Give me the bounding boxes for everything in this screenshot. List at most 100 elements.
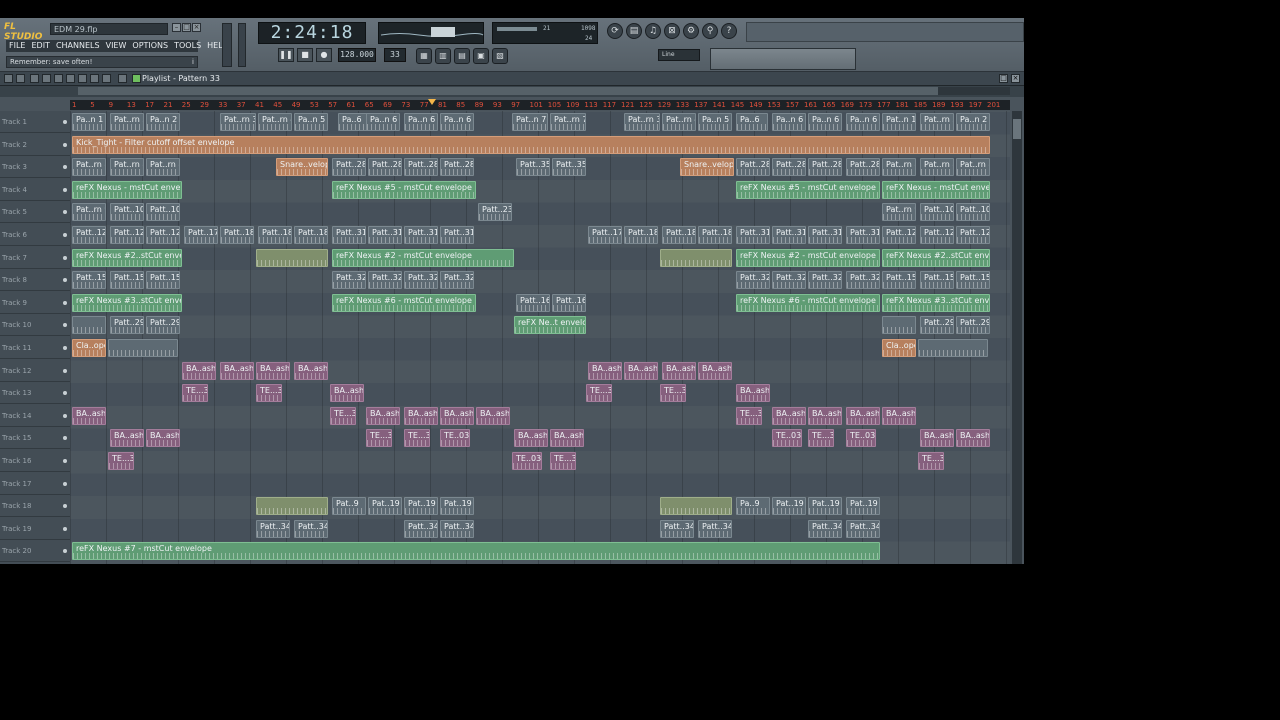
track-header[interactable]: Track 4: [0, 179, 70, 201]
pattern-clip[interactable]: Pat..rn 9: [882, 203, 916, 222]
track-mute-led-icon[interactable]: [63, 210, 67, 215]
pattern-clip[interactable]: TE...3: [108, 452, 134, 470]
pattern-clip[interactable]: Patt..29: [920, 316, 954, 335]
pattern-clip[interactable]: Patt..12: [920, 226, 954, 244]
pattern-clip[interactable]: BA..ash: [808, 406, 842, 425]
track-mute-led-icon[interactable]: [63, 323, 67, 328]
pattern-clip[interactable]: [256, 248, 328, 267]
pattern-clip[interactable]: Patt..29: [110, 316, 144, 335]
track-mute-led-icon[interactable]: [63, 120, 67, 124]
piano-roll-icon[interactable]: ▤: [454, 48, 470, 64]
close-icon[interactable]: ×: [192, 23, 201, 32]
pause-button[interactable]: ❚❚: [278, 48, 294, 62]
track-mute-led-icon[interactable]: [63, 526, 67, 531]
pattern-clip[interactable]: TE...3: [586, 384, 612, 403]
pattern-clip[interactable]: reFX Nexus #7 - mstCut envelope: [72, 542, 880, 561]
pattern-clip[interactable]: Pat..rn 4: [662, 113, 696, 131]
pattern-clip[interactable]: BA..ash: [330, 384, 364, 403]
track-header[interactable]: Track 17: [0, 473, 70, 495]
zoom-tool-icon[interactable]: [102, 74, 111, 83]
pattern-clip[interactable]: Patt..35: [552, 158, 586, 177]
track-header[interactable]: Track 18: [0, 495, 70, 518]
track-mute-led-icon[interactable]: [63, 549, 67, 554]
pattern-clip[interactable]: Patt..15: [882, 271, 916, 290]
playlist-icon[interactable]: ▤: [626, 23, 642, 39]
pattern-clip[interactable]: Pat..n 1: [882, 113, 916, 131]
pattern-clip[interactable]: Patt..32: [736, 271, 770, 290]
track-header[interactable]: Track 20: [0, 540, 70, 563]
vertical-scrollbar[interactable]: [1012, 111, 1022, 564]
pattern-clip[interactable]: Patt..35: [516, 158, 550, 177]
browser-panel[interactable]: [710, 48, 856, 70]
pattern-clip[interactable]: BA..ash: [110, 429, 144, 448]
pattern-clip[interactable]: BA..ash: [698, 361, 732, 380]
minimize-icon[interactable]: –: [172, 23, 181, 32]
pattern-clip[interactable]: Patt..12: [956, 226, 990, 244]
pattern-clip[interactable]: TE...3: [404, 429, 430, 448]
pattern-number[interactable]: 33: [384, 48, 406, 62]
pattern-clip[interactable]: Patt..10: [146, 203, 180, 222]
track-mute-led-icon[interactable]: [63, 391, 67, 396]
pattern-clip[interactable]: Pa..n 5: [294, 113, 328, 131]
pattern-clip[interactable]: Patt..32: [772, 271, 806, 290]
pattern-clip[interactable]: Patt..18: [294, 226, 328, 244]
horizontal-scrollbar[interactable]: [78, 87, 1010, 95]
pattern-clip[interactable]: Patt..34: [808, 519, 842, 538]
pattern-clip[interactable]: Patt..31: [846, 226, 880, 244]
pattern-clip[interactable]: BA..ash: [476, 406, 510, 425]
pattern-clip[interactable]: Pa..n 6: [772, 113, 806, 131]
pattern-clip[interactable]: [256, 497, 328, 516]
snap-select[interactable]: Line: [658, 49, 700, 61]
track-header[interactable]: Track 7: [0, 247, 70, 269]
pattern-clip[interactable]: Kick_Tight - Filter cutoff offset envelo…: [72, 135, 990, 154]
plugin-icon[interactable]: ⚲: [702, 23, 718, 39]
piano-icon[interactable]: ♫: [645, 23, 661, 39]
pattern-clip[interactable]: BA..ash: [920, 429, 954, 448]
pattern-clip[interactable]: Snare..velope: [276, 158, 328, 177]
pattern-clip[interactable]: Patt..10: [956, 203, 990, 222]
pattern-clip[interactable]: TE...3: [736, 406, 762, 425]
pattern-clip[interactable]: BA..ash: [72, 406, 106, 425]
menu-edit[interactable]: EDIT: [28, 40, 52, 52]
pattern-clip[interactable]: Pat..19: [772, 497, 806, 516]
pattern-clip[interactable]: Patt..15: [72, 271, 106, 290]
pattern-clip[interactable]: Pat..rn 8: [72, 158, 106, 177]
pattern-clip[interactable]: BA..ash: [146, 429, 180, 448]
pattern-clip[interactable]: Patt..29: [146, 316, 180, 335]
pattern-clip[interactable]: [918, 339, 988, 357]
pattern-clip[interactable]: Pa..6: [736, 113, 768, 131]
pattern-clip[interactable]: Pat..rn 7: [550, 113, 586, 131]
pattern-clip[interactable]: Patt..31: [736, 226, 770, 244]
pattern-clip[interactable]: Patt..12: [72, 226, 106, 244]
song-time-display[interactable]: 2:24:18: [258, 22, 366, 44]
pattern-clip[interactable]: [660, 248, 732, 267]
mixer-icon[interactable]: ⚙: [683, 23, 699, 39]
pattern-clip[interactable]: BA..ash: [736, 384, 770, 403]
track-header[interactable]: Track 8: [0, 269, 70, 292]
pattern-clip[interactable]: BA..ash: [662, 361, 696, 380]
pattern-clip[interactable]: TE..03: [846, 429, 876, 448]
track-mute-led-icon[interactable]: [63, 255, 67, 260]
pattern-clip[interactable]: Patt..34: [660, 519, 694, 538]
pattern-clip[interactable]: [72, 316, 106, 335]
track-header[interactable]: Track 6: [0, 224, 70, 246]
pattern-clip[interactable]: Patt..28: [440, 158, 474, 177]
pattern-clip[interactable]: reFX Nexus #5 - mstCut envelope: [736, 180, 880, 199]
pattern-clip[interactable]: reFX Nexus #6 - mstCut envelope: [332, 293, 476, 312]
pl-menu-icon[interactable]: [4, 74, 13, 83]
pattern-clip[interactable]: reFX Ne..t envelope: [514, 316, 586, 335]
pattern-clip[interactable]: BA..ash: [550, 429, 584, 448]
pattern-clip[interactable]: Pa..n 2: [956, 113, 990, 131]
mute-tool-icon[interactable]: [66, 74, 75, 83]
horizontal-scroll-thumb[interactable]: [78, 87, 938, 95]
pattern-clip[interactable]: Patt..31: [404, 226, 438, 244]
playlist-close-icon[interactable]: ×: [1011, 74, 1020, 83]
track-mute-led-icon[interactable]: [63, 346, 67, 350]
pl-snap-icon[interactable]: [16, 74, 25, 83]
pattern-clip[interactable]: Pat..rn 8: [882, 158, 916, 177]
pattern-clip[interactable]: Pat..rn 8: [110, 158, 144, 177]
pattern-clip[interactable]: Pa..n 2: [146, 113, 180, 131]
master-pitch-slider[interactable]: [238, 23, 246, 67]
pattern-clip[interactable]: Pa..n 6: [846, 113, 880, 131]
pattern-clip[interactable]: Pat..rn 3: [220, 113, 256, 131]
